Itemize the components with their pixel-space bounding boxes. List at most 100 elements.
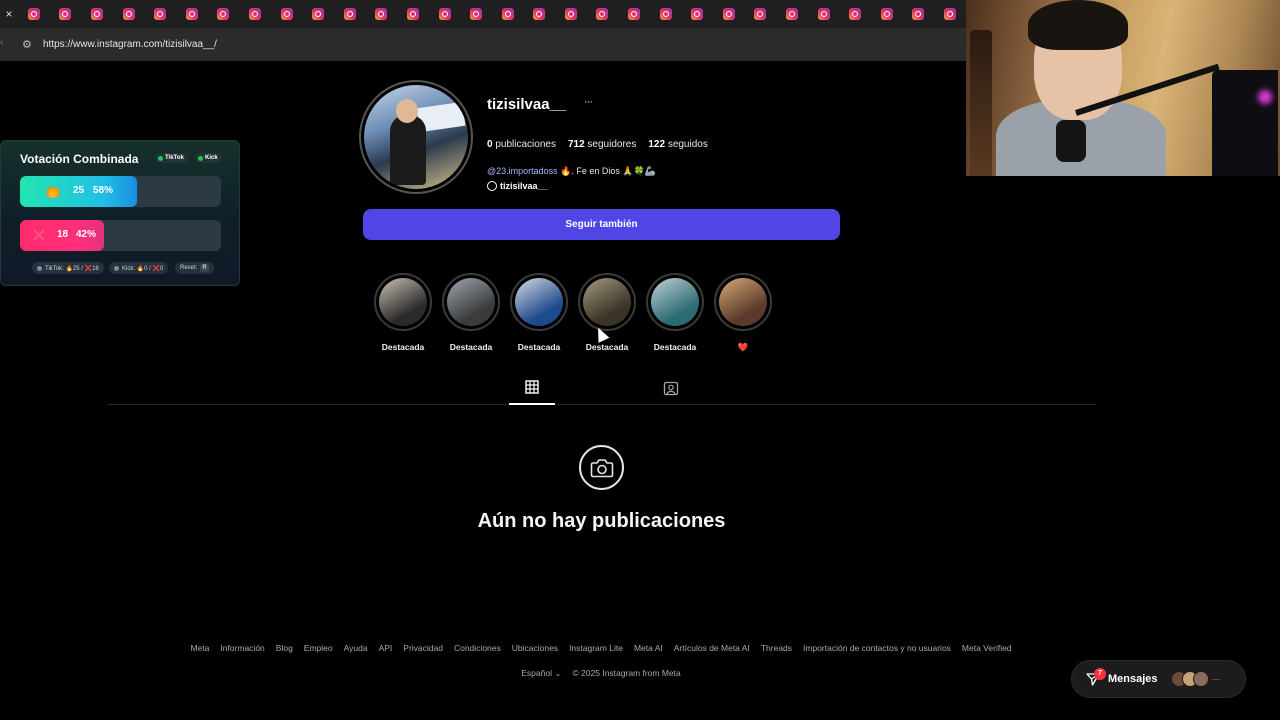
camera-icon bbox=[590, 458, 613, 477]
footer-link[interactable]: Empleo bbox=[304, 643, 333, 653]
platform-badge-kick: Kick bbox=[195, 153, 222, 163]
browser-tab[interactable] bbox=[271, 0, 303, 28]
tab-posts[interactable] bbox=[509, 374, 555, 405]
footer-link[interactable]: Threads bbox=[761, 643, 792, 653]
close-tab-icon[interactable]: × bbox=[0, 0, 18, 28]
browser-tab[interactable] bbox=[713, 0, 745, 28]
empty-state-title: Aún no hay publicaciones bbox=[477, 510, 726, 532]
browser-tab[interactable] bbox=[808, 0, 840, 28]
highlight-label: Destacada bbox=[449, 342, 493, 352]
browser-tab[interactable] bbox=[334, 0, 366, 28]
instagram-icon bbox=[754, 8, 767, 20]
browser-tab[interactable] bbox=[50, 0, 82, 28]
highlight-item[interactable]: Destacada bbox=[577, 273, 637, 352]
footer-link[interactable]: Privacidad bbox=[403, 643, 443, 653]
footer-link[interactable]: Condiciones bbox=[454, 643, 501, 653]
threads-link[interactable]: tizisilvaa__ bbox=[487, 181, 548, 191]
browser-tab[interactable] bbox=[871, 0, 903, 28]
instagram-icon bbox=[470, 8, 483, 20]
platform-badge-tiktok: TikTok bbox=[155, 153, 188, 163]
browser-tab[interactable] bbox=[650, 0, 682, 28]
browser-tab[interactable] bbox=[839, 0, 871, 28]
footer-link[interactable]: Importación de contactos y no usuarios bbox=[803, 643, 951, 653]
browser-tab[interactable] bbox=[176, 0, 208, 28]
browser-tab[interactable] bbox=[239, 0, 271, 28]
language-selector[interactable]: Español ⌄ bbox=[521, 668, 561, 679]
browser-tab[interactable] bbox=[460, 0, 492, 28]
vote-bar-a: 25 58% bbox=[20, 176, 221, 207]
highlight-label: Destacada bbox=[585, 342, 629, 352]
vote-b-percent: 42% bbox=[76, 229, 97, 240]
footer-link[interactable]: Ubicaciones bbox=[512, 643, 558, 653]
browser-tab[interactable] bbox=[681, 0, 713, 28]
instagram-icon bbox=[59, 8, 72, 20]
footer-link[interactable]: Ayuda bbox=[344, 643, 368, 653]
browser-tab[interactable] bbox=[618, 0, 650, 28]
instagram-icon bbox=[154, 8, 167, 20]
highlight-label: Destacada bbox=[653, 342, 697, 352]
browser-tab[interactable] bbox=[934, 0, 966, 28]
highlight-cover bbox=[583, 278, 631, 326]
messages-label: Mensajes bbox=[1108, 673, 1158, 685]
highlight-label: ❤️ bbox=[737, 342, 749, 352]
avatar-person bbox=[390, 115, 426, 185]
footer-link[interactable]: API bbox=[379, 643, 393, 653]
more-icon[interactable]: ··· bbox=[1212, 674, 1221, 684]
followers-stat[interactable]: 712 seguidores bbox=[568, 139, 636, 150]
browser-tab[interactable] bbox=[492, 0, 524, 28]
instagram-icon bbox=[596, 8, 609, 20]
highlight-item[interactable]: ❤️ bbox=[713, 273, 773, 353]
vote-a-count: 25 bbox=[73, 185, 85, 196]
url-field[interactable]: https://www.instagram.com/tizisilvaa__/ bbox=[43, 39, 217, 50]
instagram-icon bbox=[786, 8, 799, 20]
bio-mention-link[interactable]: @23.importadoss bbox=[487, 166, 558, 176]
footer-link[interactable]: Instagram Lite bbox=[569, 643, 623, 653]
highlight-item[interactable]: Destacada bbox=[645, 273, 705, 352]
browser-tab[interactable] bbox=[587, 0, 619, 28]
footer-link[interactable]: Meta AI bbox=[634, 643, 663, 653]
highlight-label: Destacada bbox=[517, 342, 561, 352]
site-settings-icon[interactable]: ⚙ bbox=[22, 38, 40, 51]
highlight-item[interactable]: Destacada bbox=[441, 273, 501, 352]
browser-tab[interactable] bbox=[18, 0, 50, 28]
browser-tab[interactable] bbox=[302, 0, 334, 28]
kick-stats: Kick: 🔥0 / ❌0 bbox=[109, 262, 169, 274]
reset-hint: Reset: R bbox=[175, 262, 214, 274]
footer-link[interactable]: Meta bbox=[190, 643, 209, 653]
highlight-ring bbox=[646, 273, 704, 331]
instagram-icon bbox=[438, 8, 451, 20]
instagram-icon bbox=[27, 8, 40, 20]
browser-tab[interactable] bbox=[113, 0, 145, 28]
highlight-item[interactable]: Destacada bbox=[509, 273, 569, 352]
browser-tab[interactable] bbox=[144, 0, 176, 28]
instagram-icon bbox=[628, 8, 641, 20]
browser-tab[interactable] bbox=[366, 0, 398, 28]
vote-widget: Votación Combinada TikTok Kick 25 58% 18… bbox=[0, 140, 240, 286]
reset-key: R bbox=[200, 264, 209, 272]
browser-tab[interactable] bbox=[397, 0, 429, 28]
messages-bubble[interactable]: 7 Mensajes ··· bbox=[1071, 660, 1246, 698]
following-stat[interactable]: 122 seguidos bbox=[648, 139, 708, 150]
footer-link[interactable]: Información bbox=[220, 643, 264, 653]
follow-back-button[interactable]: Seguir también bbox=[363, 209, 840, 240]
footer-link[interactable]: Blog bbox=[276, 643, 293, 653]
browser-tab[interactable] bbox=[555, 0, 587, 28]
highlight-cover bbox=[651, 278, 699, 326]
browser-tab[interactable] bbox=[745, 0, 777, 28]
avatar-ring[interactable] bbox=[359, 80, 473, 194]
more-options-icon[interactable]: ··· bbox=[584, 96, 593, 108]
tab-tagged[interactable] bbox=[648, 374, 694, 405]
instagram-icon bbox=[122, 8, 135, 20]
highlight-ring bbox=[510, 273, 568, 331]
unread-badge: 7 bbox=[1094, 668, 1106, 680]
highlight-item[interactable]: Destacada bbox=[373, 273, 433, 352]
browser-tab[interactable] bbox=[903, 0, 935, 28]
browser-tab[interactable] bbox=[208, 0, 240, 28]
browser-tab[interactable] bbox=[81, 0, 113, 28]
browser-tab[interactable] bbox=[524, 0, 556, 28]
footer-link[interactable]: Meta Verified bbox=[962, 643, 1012, 653]
footer-link[interactable]: Artículos de Meta AI bbox=[674, 643, 750, 653]
browser-tab[interactable] bbox=[776, 0, 808, 28]
vote-title: Votación Combinada bbox=[20, 152, 139, 166]
browser-tab[interactable] bbox=[429, 0, 461, 28]
